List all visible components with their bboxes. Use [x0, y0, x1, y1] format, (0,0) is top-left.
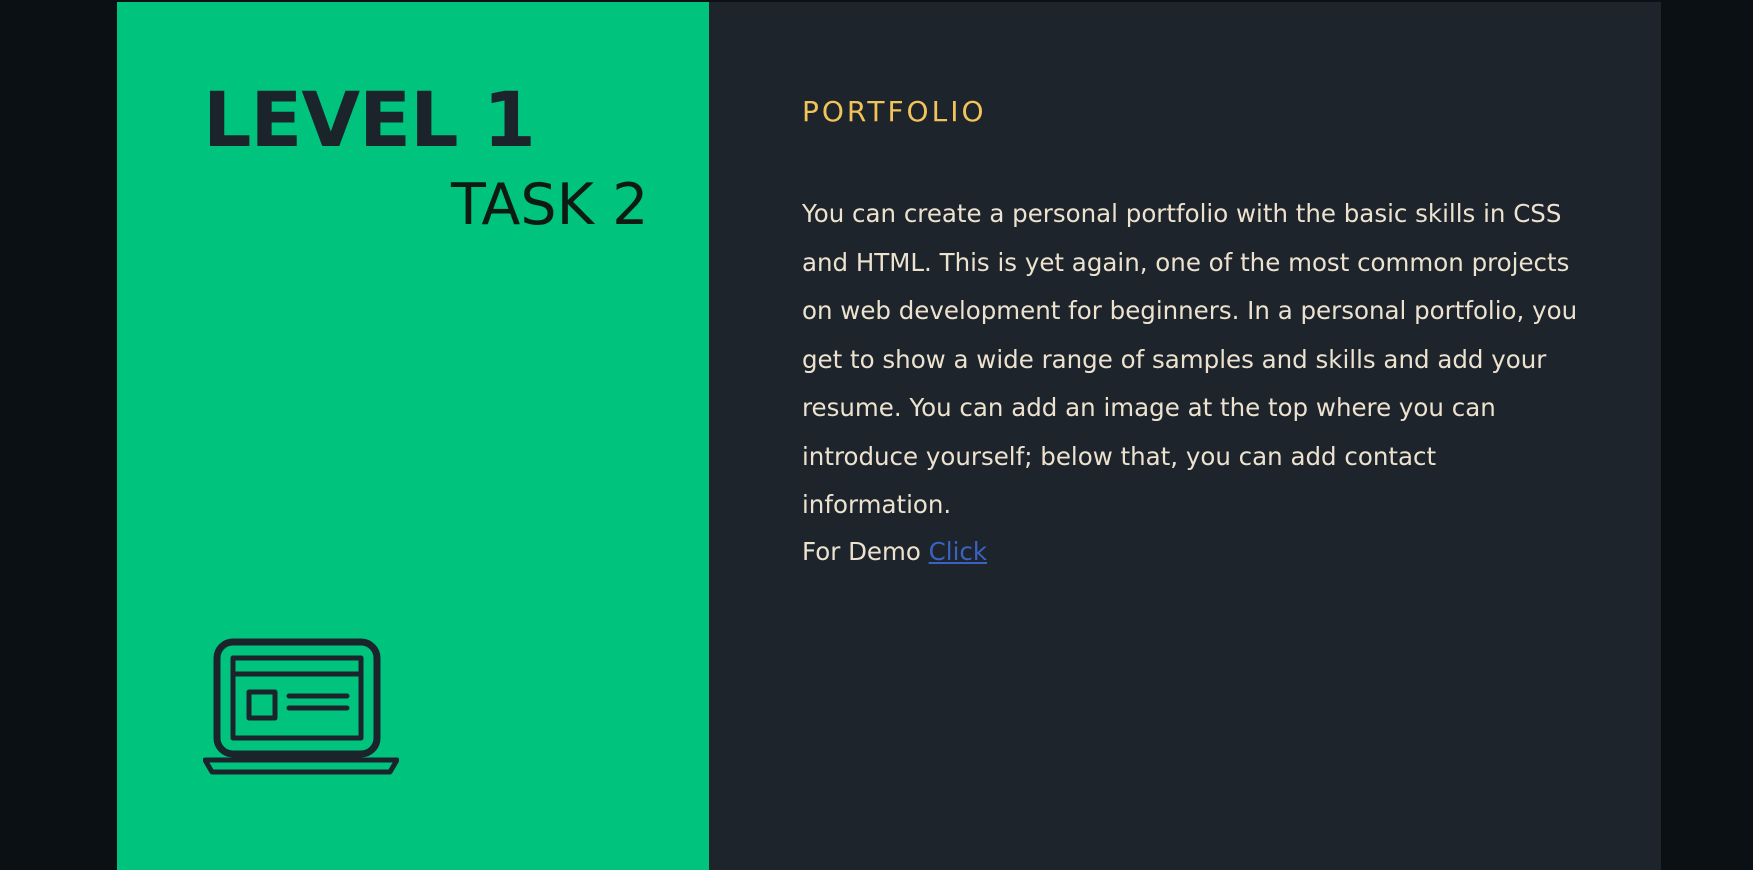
level-title: LEVEL 1 — [203, 75, 536, 164]
task-title: TASK 2 — [451, 172, 649, 238]
demo-link[interactable]: Click — [929, 537, 987, 566]
demo-line: For Demo Click — [802, 528, 987, 577]
section-heading: PORTFOLIO — [802, 95, 987, 128]
level-panel: LEVEL 1 TASK 2 — [117, 2, 709, 870]
project-description: You can create a personal portfolio with… — [802, 199, 1578, 519]
laptop-icon — [203, 638, 399, 775]
card: LEVEL 1 TASK 2 PORTFOLIO You can create … — [117, 2, 1661, 870]
demo-label: For Demo — [802, 537, 929, 566]
content-panel: PORTFOLIO You can create a personal port… — [709, 2, 1661, 870]
